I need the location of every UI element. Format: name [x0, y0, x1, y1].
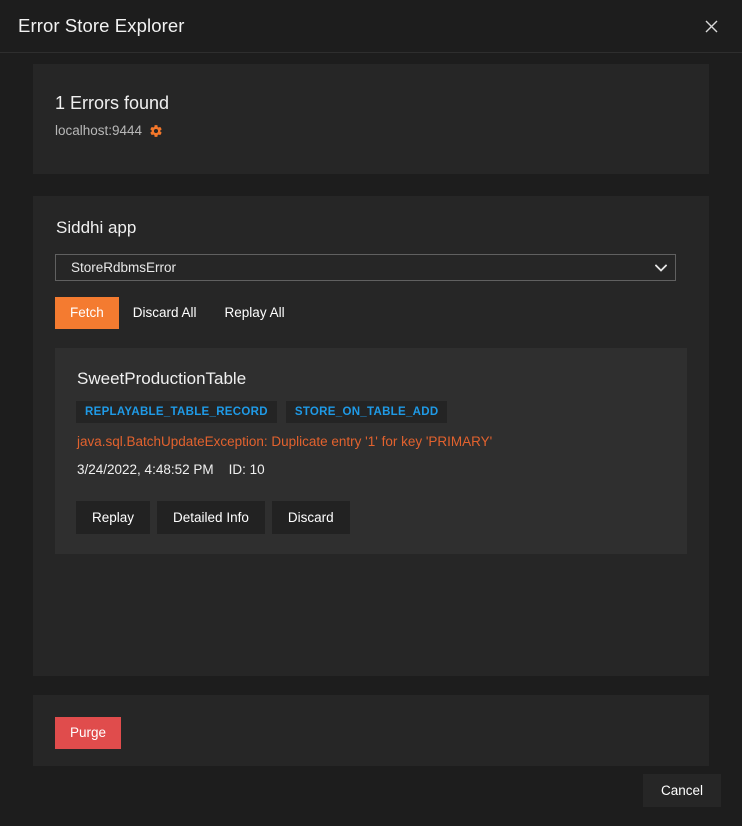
- error-id: ID: 10: [228, 461, 265, 477]
- replay-all-button[interactable]: Replay All: [211, 298, 299, 328]
- error-entry-card: SweetProductionTable REPLAYABLE_TABLE_RE…: [55, 347, 687, 555]
- detailed-info-button[interactable]: Detailed Info: [157, 500, 265, 535]
- dialog-titlebar: Error Store Explorer: [0, 0, 742, 53]
- purge-button[interactable]: Purge: [55, 717, 122, 749]
- status-badge: REPLAYABLE_TABLE_RECORD: [76, 400, 277, 423]
- siddhi-app-select-wrapper: StoreRdbmsError: [55, 254, 676, 281]
- error-table-name: SweetProductionTable: [77, 368, 247, 388]
- page-title: Error Store Explorer: [18, 15, 185, 36]
- dialog-body: 1 Errors found localhost:9444 Siddhi app…: [0, 53, 742, 766]
- purge-card: Purge: [33, 695, 709, 766]
- siddhi-app-select[interactable]: StoreRdbmsError: [55, 254, 676, 281]
- cancel-button[interactable]: Cancel: [642, 773, 721, 808]
- errors-found-count: 1 Errors found: [55, 93, 170, 113]
- status-card: 1 Errors found localhost:9444: [33, 64, 709, 174]
- error-meta: 3/24/2022, 4:48:52 PM ID: 10: [77, 462, 666, 477]
- error-message: java.sql.BatchUpdateException: Duplicate…: [77, 433, 493, 449]
- close-icon[interactable]: [696, 11, 726, 41]
- gear-icon[interactable]: [149, 124, 163, 138]
- dialog-footer: Cancel: [0, 766, 742, 826]
- host-label: localhost:9444: [55, 123, 143, 138]
- siddhi-app-label: Siddhi app: [56, 218, 137, 237]
- app-toolbar: Fetch Discard All Replay All: [55, 297, 687, 329]
- replay-button[interactable]: Replay: [76, 500, 151, 535]
- fetch-button[interactable]: Fetch: [55, 297, 119, 329]
- error-tag-row: REPLAYABLE_TABLE_RECORD STORE_ON_TABLE_A…: [76, 400, 666, 423]
- siddhi-app-card: Siddhi app StoreRdbmsError Fetch Discard…: [33, 196, 709, 676]
- discard-all-button[interactable]: Discard All: [119, 298, 211, 328]
- error-store-explorer-dialog: Error Store Explorer 1 Errors found loca…: [0, 0, 742, 826]
- discard-button[interactable]: Discard: [271, 500, 350, 535]
- status-badge: STORE_ON_TABLE_ADD: [285, 400, 448, 423]
- host-row: localhost:9444: [55, 123, 687, 138]
- error-timestamp: 3/24/2022, 4:48:52 PM: [77, 461, 214, 477]
- error-actions: Replay Detailed Info Discard: [76, 500, 666, 535]
